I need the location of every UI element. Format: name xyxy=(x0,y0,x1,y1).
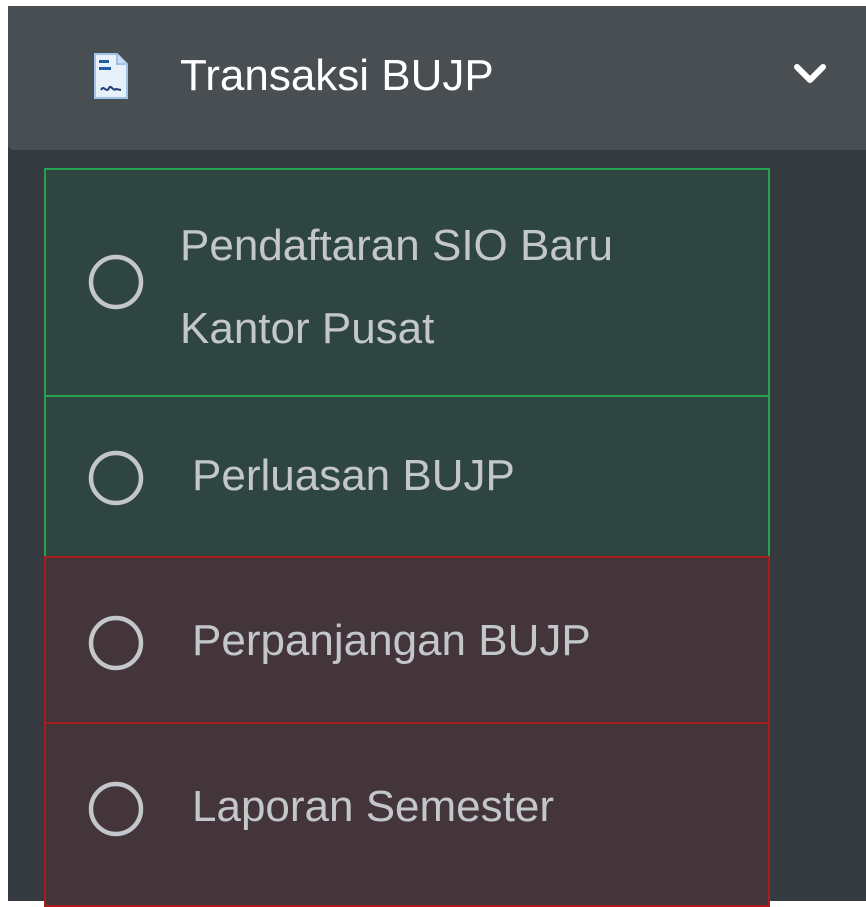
submenu-item-pendaftaran-sio-baru[interactable]: Pendaftaran SIO Baru Kantor Pusat xyxy=(44,168,770,397)
circle-outline-icon xyxy=(87,780,145,838)
submenu-item-label: Pendaftaran SIO Baru Kantor Pusat xyxy=(180,221,613,353)
sidebar: Transaksi BUJP Pendaftaran SIO Baru Kant… xyxy=(8,6,866,907)
menu-title: Transaksi BUJP xyxy=(180,51,494,100)
chevron-down-icon[interactable] xyxy=(793,62,827,86)
circle-outline-icon xyxy=(87,253,145,311)
menu-transaksi-bujp[interactable]: Transaksi BUJP xyxy=(8,6,866,150)
submenu-item-laporan-semester[interactable]: Laporan Semester xyxy=(44,722,770,907)
submenu-item-label: Perpanjangan BUJP xyxy=(192,616,591,665)
file-signature-icon xyxy=(93,52,129,100)
submenu-item-perpanjangan-bujp[interactable]: Perpanjangan BUJP xyxy=(44,556,770,724)
submenu-item-perluasan-bujp[interactable]: Perluasan BUJP xyxy=(44,395,770,559)
circle-outline-icon xyxy=(87,449,145,507)
submenu-item-label: Perluasan BUJP xyxy=(192,451,515,500)
circle-outline-icon xyxy=(87,614,145,672)
submenu-item-label: Laporan Semester xyxy=(192,782,554,831)
